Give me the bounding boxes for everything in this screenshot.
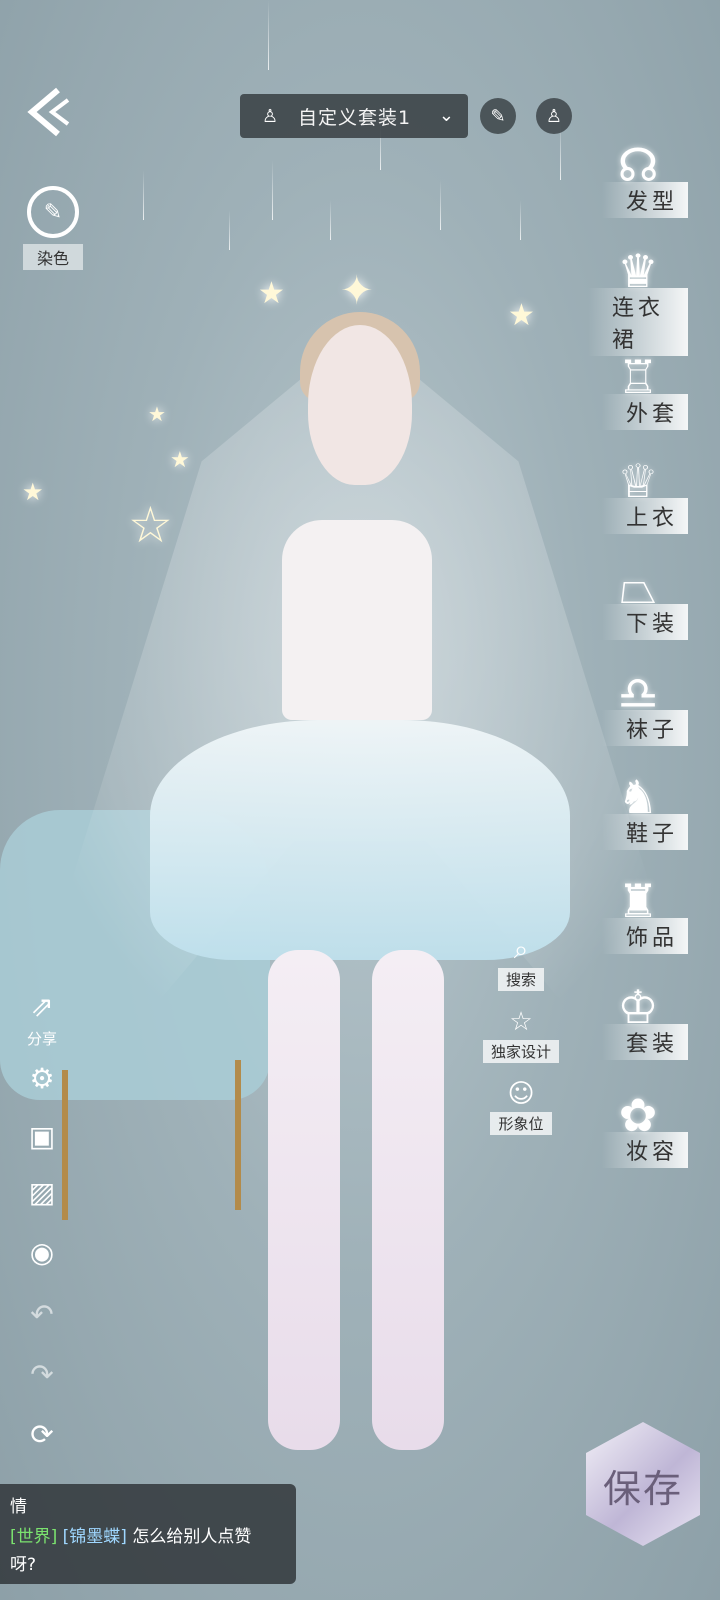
share-icon: ⇗ bbox=[30, 989, 54, 1023]
settings-button[interactable]: ⚙ bbox=[14, 1058, 70, 1098]
category-label: 鞋子 bbox=[601, 814, 688, 850]
character-left-leg bbox=[268, 950, 340, 1450]
star-icon: ☆ bbox=[509, 1007, 533, 1037]
eye-icon: ◉ bbox=[29, 1235, 55, 1269]
chat-channel: [世界] bbox=[10, 1527, 58, 1547]
character-head bbox=[308, 325, 412, 485]
save-button[interactable]: 保存 bbox=[586, 1422, 700, 1546]
refresh-icon: ⟳ bbox=[30, 1417, 54, 1451]
chat-text-cont: 呀? bbox=[10, 1555, 37, 1575]
category-label: 下装 bbox=[601, 604, 688, 640]
outfit-name: 自定义套装1 bbox=[298, 106, 412, 129]
gallery-button[interactable]: ▨ bbox=[14, 1172, 70, 1212]
reset-button[interactable]: ⟳ bbox=[14, 1414, 70, 1454]
brush-icon: ✎ bbox=[490, 105, 506, 127]
category-label: 外套 bbox=[601, 394, 688, 430]
character-skirt bbox=[150, 720, 570, 960]
star-decoration: ★ bbox=[170, 448, 190, 473]
chat-user[interactable]: [锦墨蝶] bbox=[63, 1527, 127, 1547]
redo-icon: ↷ bbox=[30, 1357, 54, 1391]
category-makeup[interactable]: ✿ 妆容 bbox=[588, 1080, 718, 1176]
search-icon: ⌕ bbox=[513, 935, 529, 965]
gear-icon: ⚙ bbox=[29, 1061, 55, 1095]
category-label: 套装 bbox=[601, 1024, 688, 1060]
redo-button[interactable]: ↷ bbox=[14, 1354, 70, 1394]
category-hair[interactable]: ☊ 发型 bbox=[588, 130, 718, 226]
undo-icon: ↶ bbox=[30, 1297, 54, 1331]
category-label: 妆容 bbox=[601, 1132, 688, 1168]
chat-message: [世界] [锦墨蝶] 怎么给别人点赞 bbox=[10, 1522, 286, 1552]
star-decoration: ✦ bbox=[340, 268, 374, 314]
star-decoration: ★ bbox=[148, 402, 166, 426]
category-socks[interactable]: ♎ 袜子 bbox=[588, 658, 718, 754]
chair-leg bbox=[235, 1060, 241, 1210]
search-label: 搜索 bbox=[497, 968, 544, 991]
camera-icon: ▣ bbox=[28, 1119, 56, 1153]
category-shoes[interactable]: ♞ 鞋子 bbox=[588, 762, 718, 858]
chat-box[interactable]: 情 [世界] [锦墨蝶] 怎么给别人点赞 呀? bbox=[0, 1484, 296, 1584]
undo-button[interactable]: ↶ bbox=[14, 1294, 70, 1334]
exclusive-design-button[interactable]: ☆ 独家设计 bbox=[478, 1006, 564, 1063]
category-coat[interactable]: ♖ 外套 bbox=[588, 342, 718, 438]
category-top[interactable]: ♕ 上衣 bbox=[588, 446, 718, 542]
character-right-leg bbox=[372, 950, 444, 1450]
brush-button[interactable]: ✎ bbox=[480, 98, 516, 134]
star-decoration: ★ bbox=[22, 478, 44, 506]
category-accessory[interactable]: ♜ 饰品 bbox=[588, 866, 718, 962]
star-decoration: ☆ bbox=[128, 496, 173, 554]
star-decoration: ★ bbox=[508, 298, 535, 333]
category-dress[interactable]: ♛ 连衣裙 bbox=[588, 236, 718, 356]
exclusive-label: 独家设计 bbox=[482, 1040, 559, 1063]
search-button[interactable]: ⌕ 搜索 bbox=[478, 934, 564, 991]
image-slot-label: 形象位 bbox=[490, 1112, 552, 1135]
camera-button[interactable]: ▣ bbox=[14, 1116, 70, 1156]
palette-icon: ✎ bbox=[27, 186, 79, 238]
save-label: 保存 bbox=[602, 1467, 683, 1511]
category-label: 袜子 bbox=[601, 710, 688, 746]
back-arrow-icon bbox=[27, 87, 70, 137]
category-bottom[interactable]: ⏢ 下装 bbox=[588, 552, 718, 648]
share-label: 分享 bbox=[26, 1030, 57, 1048]
portrait-icon: ☺ bbox=[507, 1079, 535, 1109]
chat-line: 情 bbox=[10, 1497, 27, 1517]
chevron-down-icon: ⌄ bbox=[438, 105, 454, 126]
share-button[interactable]: ⇗ 分享 bbox=[14, 986, 70, 1049]
outfit-button[interactable]: ♙ bbox=[536, 98, 572, 134]
image-slot-button[interactable]: ☺ 形象位 bbox=[478, 1078, 564, 1135]
star-decoration: ★ bbox=[258, 276, 285, 311]
category-label: 饰品 bbox=[601, 918, 688, 954]
chat-text: 怎么给别人点赞 bbox=[132, 1527, 252, 1547]
dress-icon: ♙ bbox=[262, 105, 279, 127]
category-label: 发型 bbox=[601, 182, 688, 218]
dress-outline-icon: ♙ bbox=[545, 105, 563, 127]
back-button[interactable] bbox=[22, 82, 82, 142]
hide-ui-button[interactable]: ◉ bbox=[14, 1232, 70, 1272]
image-icon: ▨ bbox=[28, 1175, 56, 1209]
outfit-selector[interactable]: ♙ 自定义套装1 ⌄ bbox=[240, 94, 468, 138]
character-torso bbox=[282, 520, 432, 720]
dye-button[interactable]: ✎ 染色 bbox=[18, 186, 88, 270]
category-label: 上衣 bbox=[601, 498, 688, 534]
dye-label: 染色 bbox=[22, 244, 83, 270]
category-suit[interactable]: ♔ 套装 bbox=[588, 972, 718, 1068]
